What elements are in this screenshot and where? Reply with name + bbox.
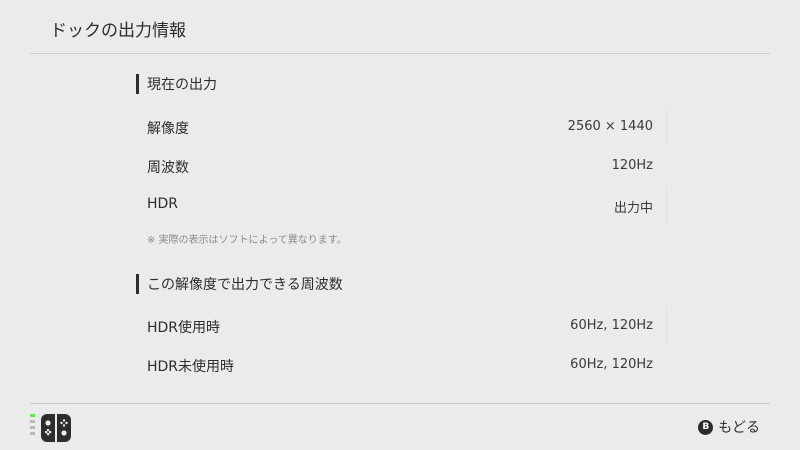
content: 現在の出力 解像度 2560 × 1440 周波数 120Hz HDR 出力中 …	[0, 54, 800, 404]
row-divider	[666, 187, 667, 223]
info-row-frequency: 周波数 120Hz	[136, 147, 666, 185]
controller-status	[30, 414, 72, 444]
page-title: ドックの出力情報	[50, 21, 186, 41]
header: ドックの出力情報	[0, 0, 800, 54]
controller-battery-icon	[30, 414, 36, 442]
joy-con-pair-icon	[41, 414, 71, 442]
section-title-supported-frequencies: この解像度で出力できる周波数	[136, 273, 343, 295]
row-label: HDR	[147, 196, 179, 212]
section-accent-bar	[136, 274, 139, 294]
info-row-hdr-off: HDR未使用時 60Hz, 120Hz	[136, 346, 666, 384]
row-label: HDR未使用時	[147, 359, 235, 375]
row-label: HDR使用時	[147, 320, 221, 336]
footer: B もどる	[0, 404, 800, 450]
row-divider	[666, 109, 667, 145]
row-label: 周波数	[147, 160, 189, 176]
section-title-text: 現在の出力	[147, 77, 217, 93]
info-row-hdr-on: HDR使用時 60Hz, 120Hz	[136, 307, 667, 345]
info-row-hdr: HDR 出力中	[136, 186, 667, 224]
info-row-resolution: 解像度 2560 × 1440	[136, 108, 667, 146]
row-label: 解像度	[147, 121, 189, 137]
row-value: 出力中	[613, 201, 653, 216]
display-note: ※ 実際の表示はソフトによって異なります。	[147, 235, 347, 246]
b-button-icon: B	[698, 419, 714, 435]
section-title-current-output: 現在の出力	[136, 73, 217, 95]
section-accent-bar	[136, 74, 139, 94]
row-value: 120Hz	[611, 158, 653, 173]
back-button[interactable]: B もどる	[698, 416, 760, 438]
row-divider	[666, 308, 667, 344]
row-value: 2560 × 1440	[567, 119, 653, 134]
back-button-label: もどる	[718, 420, 760, 436]
row-value: 60Hz, 120Hz	[570, 357, 653, 372]
section-title-text: この解像度で出力できる周波数	[147, 277, 343, 293]
row-value: 60Hz, 120Hz	[570, 318, 653, 333]
